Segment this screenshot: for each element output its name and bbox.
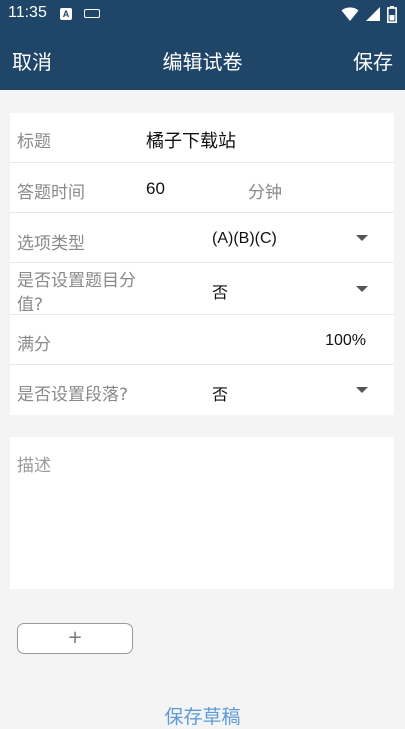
status-icons [341,5,397,23]
wifi-icon [341,7,359,21]
title-label: 标题 [17,132,51,152]
score-set-select[interactable]: 否 [212,279,228,303]
score-set-label-line1: 是否设置题目分 [17,271,136,291]
paragraph-label: 是否设置段落? [17,385,129,405]
paragraph-row[interactable]: 是否设置段落? 否 [10,365,394,415]
option-type-row[interactable]: 选项类型 (A)(B)(C) [10,213,394,263]
status-bar: 11:35 A [0,0,405,28]
title-row[interactable]: 标题 橘子下载站 [10,113,394,163]
description-placeholder: 描述 [17,456,51,476]
full-score-value[interactable]: 100% [325,332,366,350]
time-input[interactable]: 60 [146,179,165,199]
time-unit-label: 分钟 [248,183,282,203]
signal-icon [366,7,380,21]
add-button[interactable]: + [17,623,133,654]
paragraph-select[interactable]: 否 [212,381,228,405]
page-title: 编辑试卷 [162,50,243,74]
score-set-label-line2: 值? [17,295,44,315]
score-set-row[interactable]: 是否设置题目分 值? 否 [10,263,394,315]
title-input[interactable]: 橘子下载站 [146,127,236,153]
battery-icon [387,5,397,23]
time-label: 答题时间 [17,183,85,203]
app-bar: 取消 编辑试卷 保存 [0,28,405,90]
description-field[interactable]: 描述 [10,437,394,589]
dropdown-arrow-icon[interactable] [356,235,368,241]
status-time: 11:35 [8,4,47,21]
option-type-label: 选项类型 [17,234,85,254]
save-button[interactable]: 保存 [353,46,393,75]
dropdown-arrow-icon[interactable] [356,286,368,292]
time-row: 答题时间 60 分钟 [10,163,394,213]
option-type-select[interactable]: (A)(B)(C) [212,230,277,248]
keyboard-icon [84,9,100,18]
dropdown-arrow-icon[interactable] [356,387,368,393]
a-notification-icon: A [60,8,72,20]
full-score-row: 满分 100% [10,315,394,365]
exam-form: 标题 橘子下载站 答题时间 60 分钟 选项类型 (A)(B)(C) 是否设置题… [10,113,394,415]
full-score-label: 满分 [17,335,51,355]
save-draft-link[interactable]: 保存草稿 [0,702,405,729]
